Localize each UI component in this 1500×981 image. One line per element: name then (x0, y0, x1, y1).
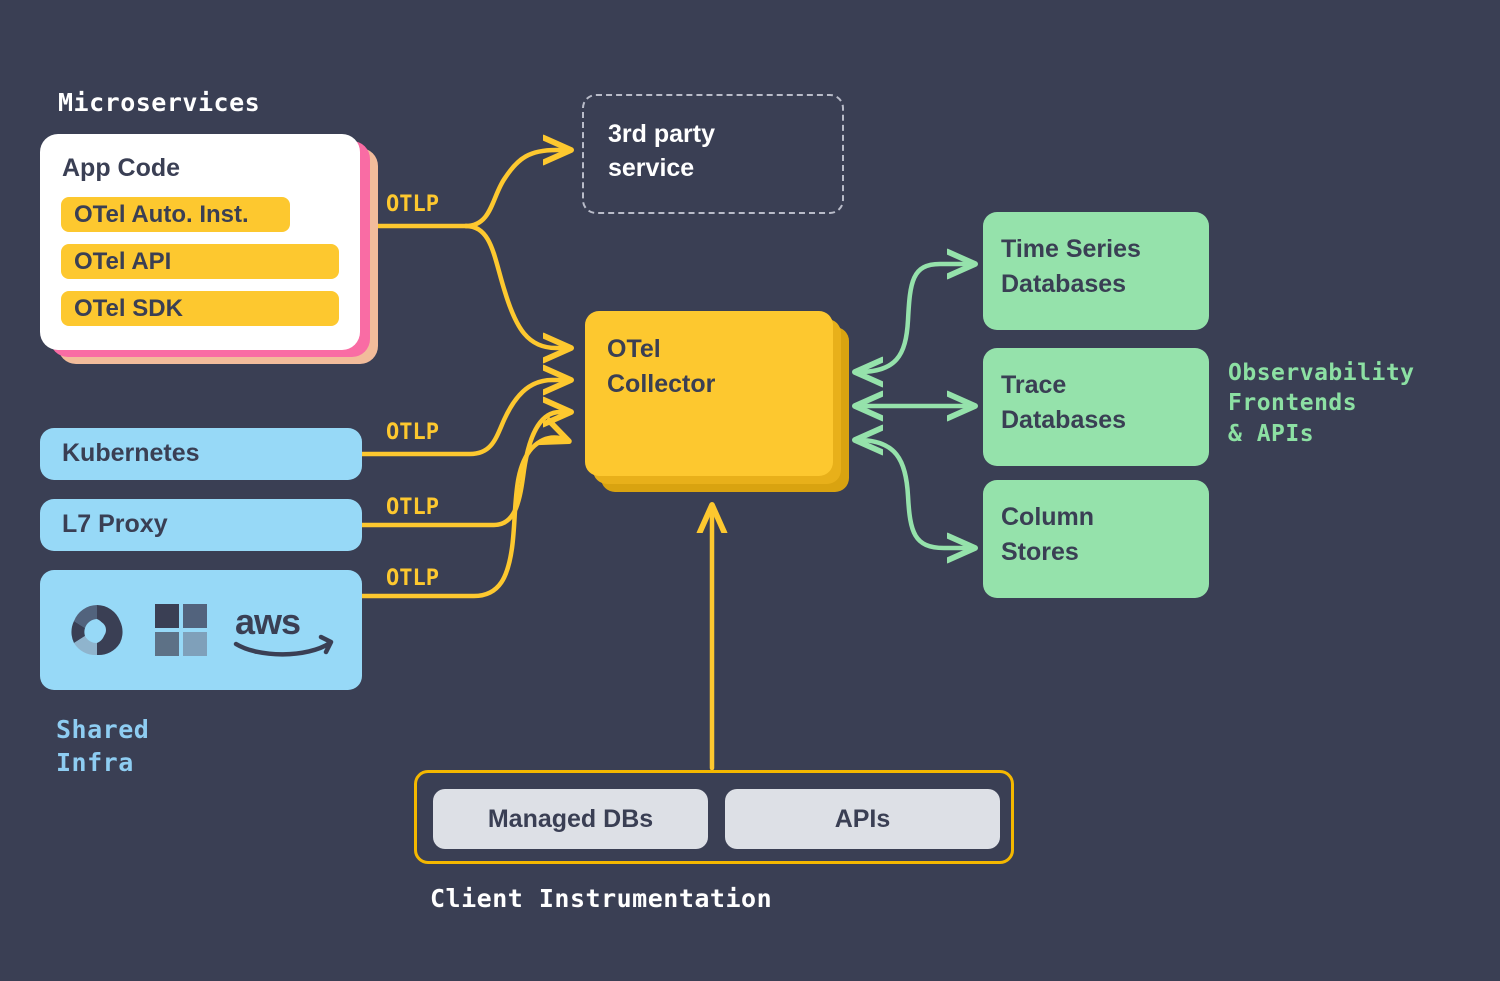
edge-collector-timeseries (858, 264, 972, 372)
diagram-canvas: Microservices Shared Infra Client Instru… (0, 0, 1500, 981)
shared-infra-cloud-providers[interactable]: aws (40, 570, 362, 690)
microservices-card[interactable]: App Code OTel Auto. Inst. OTel API OTel … (40, 134, 378, 364)
client-instrumentation-group[interactable]: Managed DBs APIs (414, 770, 1014, 864)
otel-api-pill[interactable]: OTel API (61, 244, 339, 279)
gcp-cloud-icon (71, 605, 123, 656)
microservices-section-label: Microservices (58, 88, 261, 117)
time-series-databases-box[interactable]: Time Series Databases (983, 212, 1209, 330)
otlp-label-kubernetes: OTLP (386, 420, 439, 445)
aws-icon: aws (233, 602, 334, 657)
trace-databases-box[interactable]: Trace Databases (983, 348, 1209, 466)
column-stores-label: Column Stores (1001, 503, 1095, 566)
apis-pill[interactable]: APIs (725, 789, 1000, 849)
column-stores-box[interactable]: Column Stores (983, 480, 1209, 598)
otlp-label-microservices: OTLP (386, 192, 439, 217)
third-party-service-box[interactable]: 3rd party service (582, 94, 844, 214)
edge-microservices-split (357, 150, 568, 348)
otel-auto-instrumentation-pill[interactable]: OTel Auto. Inst. (61, 197, 290, 232)
client-instrumentation-section-label: Client Instrumentation (430, 884, 773, 913)
card-stack-layer-front: App Code OTel Auto. Inst. OTel API OTel … (40, 134, 360, 350)
l7-proxy-label: L7 Proxy (62, 510, 168, 538)
time-series-databases-label: Time Series Databases (1001, 235, 1141, 298)
otel-sdk-pill[interactable]: OTel SDK (61, 291, 339, 326)
collector-stack-layer-front: OTel Collector (585, 311, 833, 476)
app-code-title: App Code (62, 154, 181, 182)
shared-infra-section-label: Shared Infra (56, 715, 150, 777)
shared-infra-l7-proxy[interactable]: L7 Proxy (40, 499, 362, 551)
third-party-service-label: 3rd party service (608, 120, 715, 182)
edge-collector-columnstores (858, 440, 972, 548)
kubernetes-label: Kubernetes (62, 439, 200, 467)
shared-infra-kubernetes[interactable]: Kubernetes (40, 428, 362, 480)
otlp-label-cloud: OTLP (386, 566, 439, 591)
otlp-label-l7proxy: OTLP (386, 495, 439, 520)
observability-section-label: Observability Frontends & APIs (1228, 360, 1415, 447)
svg-text:aws: aws (235, 602, 300, 642)
cloud-provider-logo-row: aws (40, 570, 362, 690)
trace-databases-label: Trace Databases (1001, 371, 1127, 434)
managed-dbs-pill[interactable]: Managed DBs (433, 789, 708, 849)
otel-collector-label: OTel Collector (607, 335, 716, 398)
otel-collector-card[interactable]: OTel Collector (585, 311, 849, 492)
azure-icon (155, 604, 207, 656)
